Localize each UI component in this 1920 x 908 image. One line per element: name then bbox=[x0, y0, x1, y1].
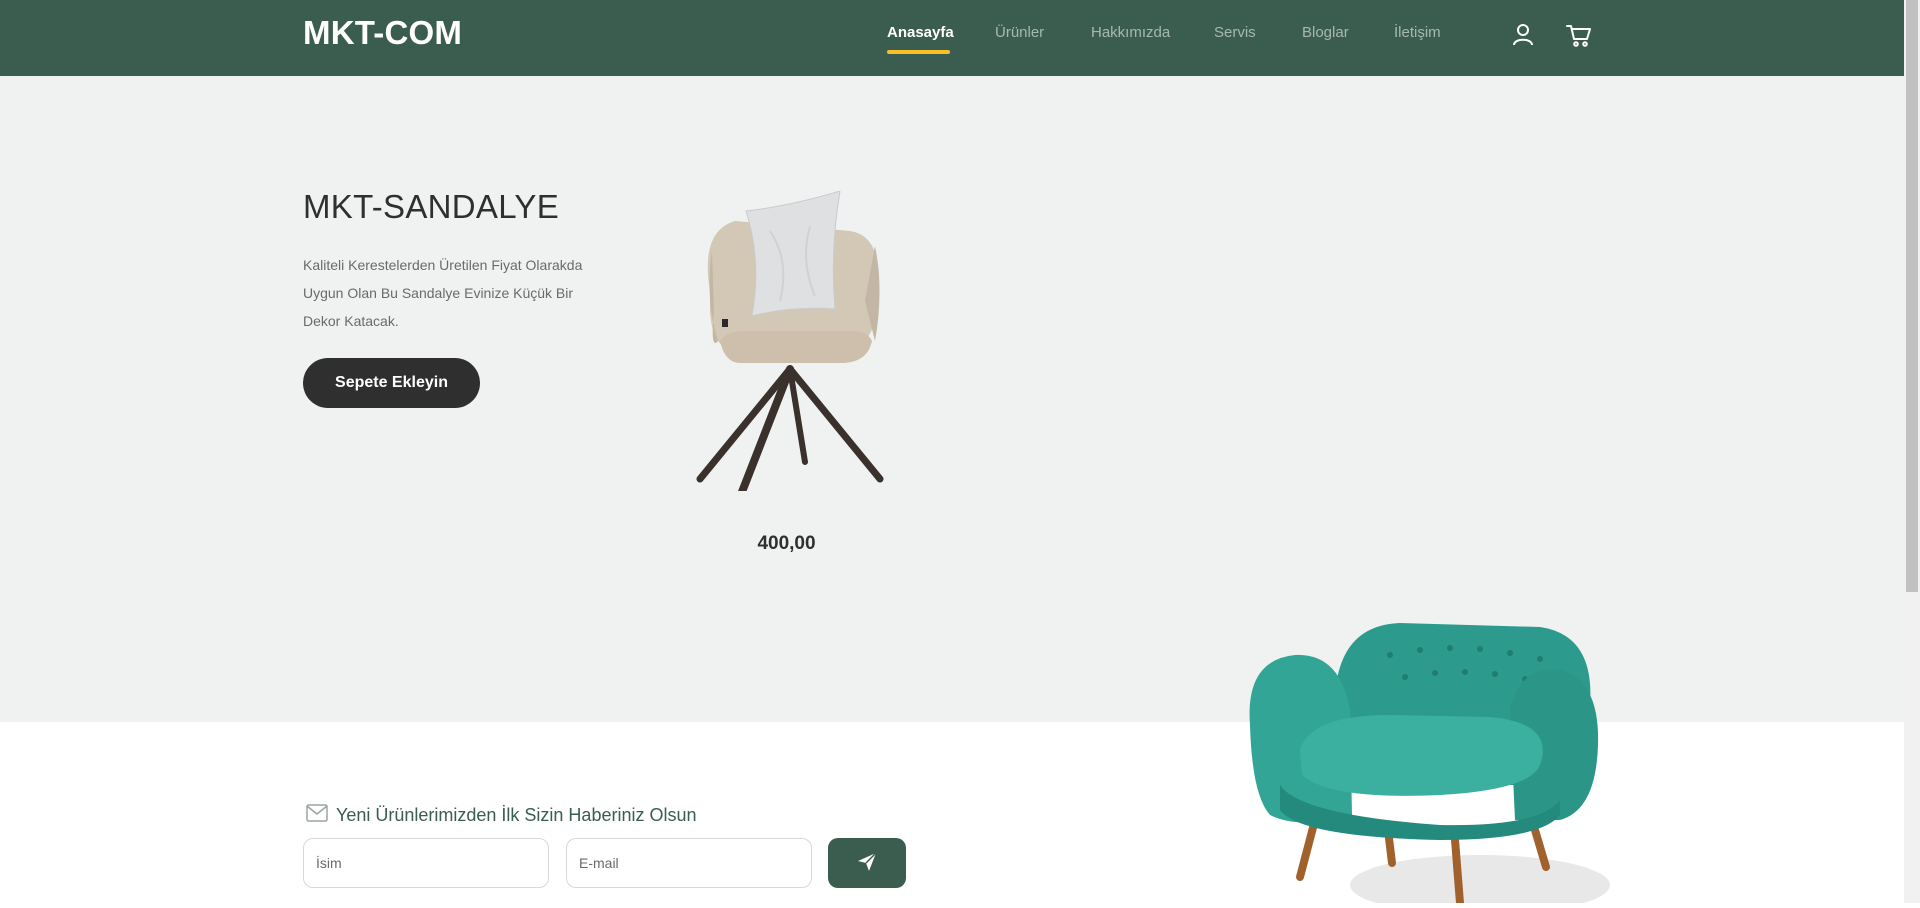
active-nav-indicator bbox=[887, 50, 950, 54]
nav-links: Anasayfa Ürünler Hakkımızda Servis Blogl… bbox=[0, 0, 1904, 76]
email-input[interactable] bbox=[566, 838, 812, 888]
vertical-scrollbar[interactable] bbox=[1904, 0, 1920, 903]
nav-link-servis[interactable]: Servis bbox=[1214, 24, 1256, 41]
envelope-icon bbox=[306, 804, 328, 827]
cart-icon[interactable] bbox=[1566, 22, 1592, 48]
hero-description: Kaliteli Kerestelerden Üretilen Fiyat Ol… bbox=[303, 257, 583, 329]
nav-link-iletisim[interactable]: İletişim bbox=[1394, 24, 1441, 41]
paper-plane-icon bbox=[857, 851, 877, 875]
send-button[interactable] bbox=[828, 838, 906, 888]
name-input[interactable] bbox=[303, 838, 549, 888]
nav-link-bloglar[interactable]: Bloglar bbox=[1302, 24, 1349, 41]
scrollbar-thumb[interactable] bbox=[1906, 0, 1918, 592]
add-to-cart-button[interactable]: Sepete Ekleyin bbox=[303, 358, 480, 408]
nav-link-hakkimizda[interactable]: Hakkımızda bbox=[1091, 24, 1170, 41]
nav-link-anasayfa[interactable]: Anasayfa bbox=[887, 24, 954, 41]
nav-link-urunler[interactable]: Ürünler bbox=[995, 24, 1044, 41]
newsletter-heading: Yeni Ürünlerimizden İlk Sizin Haberiniz … bbox=[306, 804, 697, 827]
hero-title: MKT-SANDALYE bbox=[303, 188, 560, 225]
hero-section: MKT-SANDALYE Kaliteli Kerestelerden Üret… bbox=[0, 76, 1904, 722]
armchair-image bbox=[1240, 615, 1610, 908]
chair-product-image[interactable] bbox=[680, 190, 900, 501]
newsletter-section: Yeni Ürünlerimizden İlk Sizin Haberiniz … bbox=[0, 722, 1904, 903]
newsletter-heading-text: Yeni Ürünlerimizden İlk Sizin Haberiniz … bbox=[336, 805, 697, 825]
product-price: 400,00 bbox=[757, 533, 816, 554]
navbar: MKT-COM Anasayfa Ürünler Hakkımızda Serv… bbox=[0, 0, 1904, 76]
user-icon[interactable] bbox=[1510, 22, 1536, 48]
